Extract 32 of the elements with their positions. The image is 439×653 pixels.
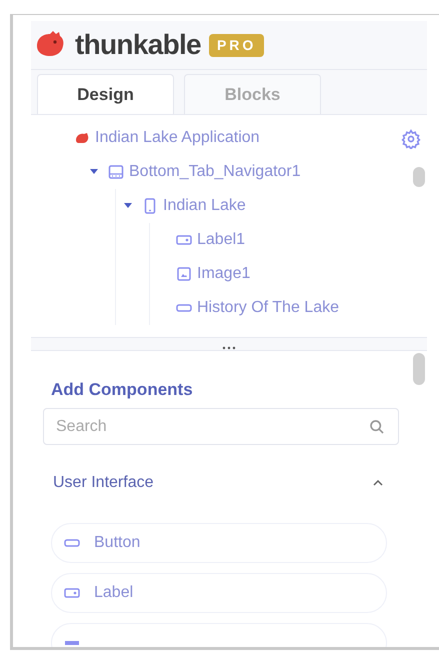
label-icon xyxy=(176,234,192,246)
tree-item[interactable]: Bottom_Tab_Navigator1 xyxy=(129,160,301,184)
button-shape-icon xyxy=(64,538,80,548)
tree-item[interactable]: Label1 xyxy=(197,228,246,252)
tab[interactable]: Design xyxy=(37,74,174,114)
tree-item[interactable]: Indian Lake Application xyxy=(95,126,260,150)
pro-badge: PRO xyxy=(208,34,264,57)
section-heading: Add Components xyxy=(51,378,194,401)
image-icon xyxy=(177,267,191,282)
tree-item[interactable]: Image1 xyxy=(197,262,250,286)
tree-item[interactable]: Indian Lake xyxy=(163,194,246,218)
search-icon xyxy=(369,419,385,436)
caret-icon[interactable] xyxy=(124,203,132,210)
label-icon xyxy=(64,587,80,600)
settings-icon[interactable] xyxy=(401,129,421,150)
drag-handle-icon[interactable] xyxy=(221,346,237,350)
caret-icon[interactable] xyxy=(90,169,98,176)
tree-item[interactable]: History Of The Lake xyxy=(197,296,339,320)
input-icon xyxy=(64,640,80,646)
button-shape-icon xyxy=(176,303,192,314)
category-heading[interactable]: User Interface xyxy=(53,471,154,496)
phone-icon xyxy=(144,198,156,214)
scrollbar-thumb[interactable] xyxy=(413,167,425,188)
search-field[interactable]: Search xyxy=(43,408,399,446)
tab[interactable]: Blocks xyxy=(184,74,321,114)
component-item[interactable]: Button xyxy=(51,523,387,564)
scrollbar-thumb[interactable] xyxy=(413,352,425,385)
component-item[interactable]: Label xyxy=(51,573,387,614)
app-logo-icon xyxy=(74,131,90,146)
navigator-icon xyxy=(108,164,124,180)
brand-name: thunkable xyxy=(75,28,201,62)
chevron-icon[interactable] xyxy=(373,480,383,486)
